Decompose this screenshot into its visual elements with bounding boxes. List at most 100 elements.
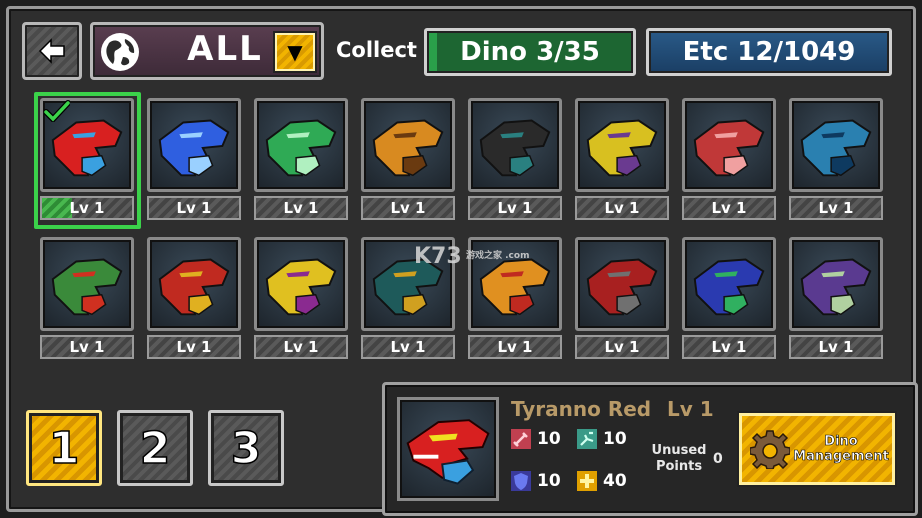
bonus-stat: 40 <box>577 471 627 491</box>
dino-level-label: Lv 1 <box>818 338 854 356</box>
dino-level-label: Lv 1 <box>390 338 426 356</box>
unused-points-label: Unused Points <box>651 443 707 474</box>
dino-portrait <box>147 98 241 192</box>
unused-points-value: 0 <box>713 451 723 467</box>
dino-level-label: Lv 1 <box>497 338 533 356</box>
dino-level-label: Lv 1 <box>69 199 105 217</box>
defense-value: 10 <box>537 471 561 491</box>
dino-level-label: Lv 1 <box>711 338 747 356</box>
dino-card-red-gold-raptor[interactable]: Lv 1 <box>147 237 241 361</box>
dino-management-button[interactable]: Dino Management <box>739 413 895 485</box>
dino-portrait <box>361 98 455 192</box>
dino-level-bar: Lv 1 <box>147 335 241 359</box>
dino-level-label: Lv 1 <box>711 199 747 217</box>
dino-card-orange-dino[interactable]: Lv 1 <box>361 98 455 222</box>
dino-card-purple-yellow-dino[interactable]: Lv 1 <box>254 237 348 361</box>
watermark-logo: K73 游戏之家 .com <box>414 244 530 269</box>
dino-level-label: Lv 1 <box>604 199 640 217</box>
green-pachy-icon <box>51 258 123 316</box>
detail-portrait <box>397 397 499 501</box>
dino-card-green-drill[interactable]: Lv 1 <box>254 98 348 222</box>
filter-label: ALL <box>187 29 263 69</box>
dino-card-blue-brachio[interactable]: Lv 1 <box>789 98 883 222</box>
dino-card-blue-triceratops[interactable]: Lv 1 <box>147 98 241 222</box>
dino-level-bar: Lv 1 <box>361 335 455 359</box>
dino-portrait <box>147 237 241 331</box>
filter-dropdown-button[interactable]: ▼ <box>275 33 315 71</box>
dino-card-black-sabertooth[interactable]: Lv 1 <box>468 98 562 222</box>
dino-level-bar: Lv 1 <box>682 196 776 220</box>
speed-icon <box>577 429 597 449</box>
dino-card-red-stego[interactable]: Lv 1 <box>682 98 776 222</box>
dino-level-bar: Lv 1 <box>468 196 562 220</box>
dino-name: Tyranno Red <box>511 397 652 421</box>
purple-mammoth-icon <box>800 258 872 316</box>
page-button-2[interactable]: 2 <box>117 410 193 486</box>
dino-level-label: Lv 1 <box>390 199 426 217</box>
dino-portrait <box>40 237 134 331</box>
dino-portrait <box>682 237 776 331</box>
dino-level-bar: Lv 1 <box>361 196 455 220</box>
checkmark-icon <box>44 100 70 122</box>
dino-level-bar: Lv 1 <box>147 196 241 220</box>
back-button[interactable] <box>22 22 82 80</box>
dino-management-label: Dino Management <box>793 434 889 465</box>
dino-portrait <box>575 237 669 331</box>
dino-level-label: Lv 1 <box>283 338 319 356</box>
dino-portrait <box>682 98 776 192</box>
dino-portrait <box>575 98 669 192</box>
blue-triceratops-icon <box>158 119 230 177</box>
red-gold-raptor-icon <box>158 258 230 316</box>
dino-level-label: Lv 1 <box>69 338 105 356</box>
dino-card-blue-green-dino[interactable]: Lv 1 <box>682 237 776 361</box>
black-sabertooth-icon <box>479 119 551 177</box>
dino-level-bar: Lv 1 <box>40 335 134 359</box>
dino-portrait <box>254 98 348 192</box>
dino-level: Lv 1 <box>667 397 714 421</box>
purple-yellow-dino-icon <box>265 258 337 316</box>
dino-level-label: Lv 1 <box>176 338 212 356</box>
dino-level-label: Lv 1 <box>818 199 854 217</box>
etc-collection-counter: Etc 12/1049 <box>646 28 892 76</box>
red-gun-dino-icon <box>586 258 658 316</box>
globe-icon <box>101 33 139 71</box>
defense-stat: 10 <box>511 471 561 491</box>
dino-level-bar: Lv 1 <box>789 335 883 359</box>
shield-icon <box>511 471 531 491</box>
dino-card-red-gun-dino[interactable]: Lv 1 <box>575 237 669 361</box>
triangle-down-icon: ▼ <box>287 40 303 64</box>
sword-icon <box>511 429 531 449</box>
speed-value: 10 <box>603 429 627 449</box>
speed-stat: 10 <box>577 429 627 449</box>
dino-level-bar: Lv 1 <box>468 335 562 359</box>
yellow-ptera-icon <box>586 119 658 177</box>
dino-card-yellow-ptera[interactable]: Lv 1 <box>575 98 669 222</box>
gear-icon <box>750 430 790 469</box>
green-drill-icon <box>265 119 337 177</box>
dino-level-bar: Lv 1 <box>682 335 776 359</box>
dino-portrait <box>254 237 348 331</box>
dino-detail-panel: Tyranno Red Lv 1 10 10 10 40 Unused Poin… <box>382 382 918 516</box>
dino-level-bar: Lv 1 <box>575 196 669 220</box>
dino-level-bar: Lv 1 <box>254 196 348 220</box>
blue-brachio-icon <box>800 119 872 177</box>
page-button-1[interactable]: 1 <box>26 410 102 486</box>
bonus-value: 40 <box>603 471 627 491</box>
orange-dino-icon <box>372 119 444 177</box>
tyranno-red-portrait-icon <box>406 419 490 485</box>
dino-portrait <box>789 98 883 192</box>
dino-level-label: Lv 1 <box>497 199 533 217</box>
dino-collection-counter: Dino 3/35 <box>424 28 636 76</box>
collect-label: Collect <box>336 38 417 62</box>
dino-card-purple-mammoth[interactable]: Lv 1 <box>789 237 883 361</box>
dino-level-bar: Lv 1 <box>575 335 669 359</box>
plus-icon <box>577 471 597 491</box>
dino-level-label: Lv 1 <box>604 338 640 356</box>
dino-portrait <box>789 237 883 331</box>
dino-level-bar: Lv 1 <box>789 196 883 220</box>
page-button-3[interactable]: 3 <box>208 410 284 486</box>
attack-stat: 10 <box>511 429 561 449</box>
dino-card-green-pachy[interactable]: Lv 1 <box>40 237 134 361</box>
collection-filter[interactable]: ALL ▼ <box>90 22 324 80</box>
dino-level-label: Lv 1 <box>283 199 319 217</box>
